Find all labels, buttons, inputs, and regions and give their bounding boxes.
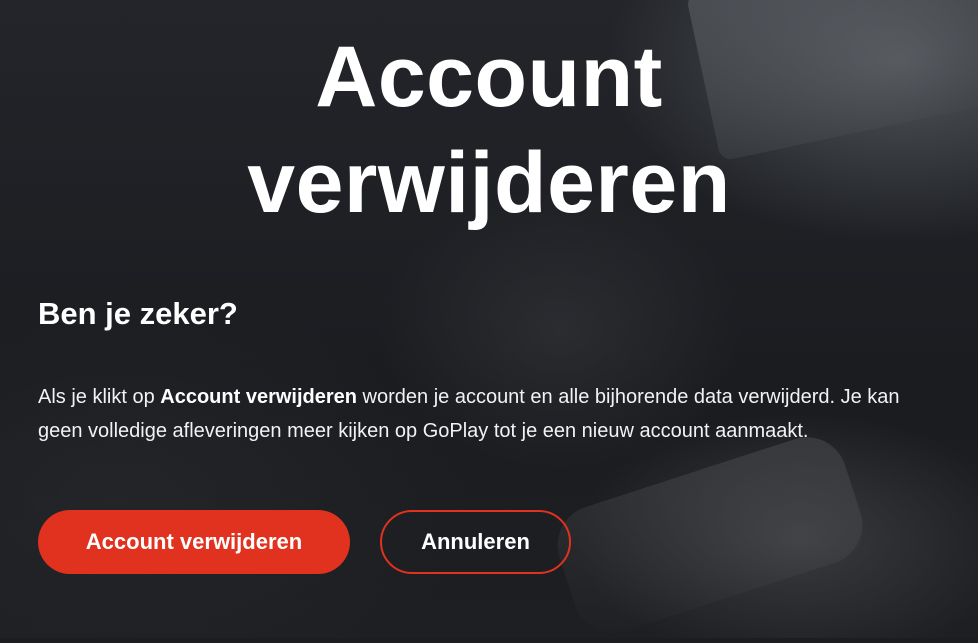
message-emphasis: Account verwijderen bbox=[160, 386, 357, 408]
delete-account-page: Account verwijderen Ben je zeker? Als je… bbox=[0, 0, 978, 638]
page-title: Account verwijderen bbox=[0, 24, 978, 236]
page-title-line-2: verwijderen bbox=[247, 135, 731, 231]
cancel-button[interactable]: Annuleren bbox=[380, 510, 571, 574]
delete-account-button[interactable]: Account verwijderen bbox=[38, 510, 350, 574]
page-title-line-1: Account bbox=[315, 29, 663, 125]
confirmation-message: Als je klikt op Account verwijderen word… bbox=[38, 380, 938, 448]
confirmation-heading: Ben je zeker? bbox=[38, 296, 238, 331]
message-prefix: Als je klikt op bbox=[38, 386, 161, 408]
